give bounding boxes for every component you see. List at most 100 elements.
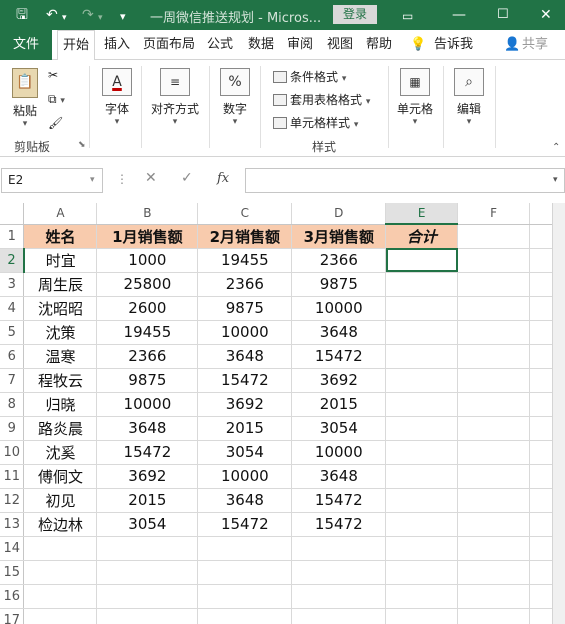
- cell[interactable]: [96, 608, 199, 624]
- cell[interactable]: 沈策: [23, 320, 98, 345]
- column-header[interactable]: B: [96, 203, 199, 225]
- cell[interactable]: 3054: [197, 440, 293, 465]
- cell[interactable]: [385, 560, 459, 585]
- tab-home[interactable]: 开始: [57, 30, 96, 61]
- cell[interactable]: 2600: [96, 296, 199, 321]
- cell[interactable]: 2366: [197, 272, 293, 297]
- cell[interactable]: 10000: [197, 320, 293, 345]
- cell[interactable]: 2366: [96, 344, 199, 369]
- cell[interactable]: 15472: [197, 368, 293, 393]
- tab-insert[interactable]: 插入: [104, 30, 130, 60]
- cell[interactable]: 3648: [96, 416, 199, 441]
- row-header[interactable]: 16: [0, 584, 25, 609]
- vertical-scrollbar[interactable]: [552, 203, 565, 624]
- copy-icon[interactable]: ⧉ ▾: [48, 92, 65, 107]
- tab-review[interactable]: 审阅: [287, 30, 313, 60]
- cell[interactable]: 9875: [96, 368, 199, 393]
- redo-icon[interactable]: ↷: [82, 7, 94, 23]
- more-options-icon[interactable]: ⋮: [116, 172, 128, 186]
- ribbon-display-icon[interactable]: ▭: [402, 8, 413, 24]
- enter-icon[interactable]: ✓: [181, 170, 193, 186]
- cell[interactable]: 3648: [291, 320, 387, 345]
- column-header[interactable]: E: [385, 203, 459, 225]
- cell[interactable]: [457, 368, 531, 393]
- cell[interactable]: [385, 608, 459, 624]
- cell[interactable]: [457, 320, 531, 345]
- cell[interactable]: 15472: [291, 512, 387, 537]
- cell[interactable]: 3692: [96, 464, 199, 489]
- paste-button[interactable]: 📋 粘贴 ▾: [8, 68, 42, 129]
- minimize-icon[interactable]: —: [452, 7, 466, 23]
- format-painter-icon[interactable]: 🖌: [48, 116, 63, 130]
- cell[interactable]: 沈昭昭: [23, 296, 98, 321]
- cell[interactable]: 2015: [291, 392, 387, 417]
- cell[interactable]: 路炎晨: [23, 416, 98, 441]
- customize-qat-icon[interactable]: ▾: [120, 9, 126, 25]
- row-header[interactable]: 12: [0, 488, 25, 513]
- share-button[interactable]: 共享: [522, 30, 548, 60]
- cell[interactable]: [23, 584, 98, 609]
- worksheet-grid[interactable]: A B C D E F 1 姓名 1月销售额 2月销售额 3月销售额 合计 2 时宜 1000 19455 23…: [0, 203, 565, 624]
- cell[interactable]: [291, 560, 387, 585]
- cell[interactable]: 15472: [291, 488, 387, 513]
- cell[interactable]: 傅侗文: [23, 464, 98, 489]
- cell[interactable]: 3648: [291, 464, 387, 489]
- cell[interactable]: 3月销售额: [291, 224, 387, 249]
- cell[interactable]: [385, 368, 459, 393]
- cell[interactable]: 初见: [23, 488, 98, 513]
- cell[interactable]: [457, 248, 531, 273]
- cell[interactable]: [197, 584, 293, 609]
- cell[interactable]: [457, 296, 531, 321]
- cell[interactable]: 25800: [96, 272, 199, 297]
- clipboard-launcher-icon[interactable]: ⬊: [78, 140, 86, 150]
- collapse-ribbon-icon[interactable]: ⌃: [552, 142, 560, 153]
- cell[interactable]: [457, 440, 531, 465]
- cell[interactable]: [457, 464, 531, 489]
- undo-icon[interactable]: ↶: [46, 7, 58, 23]
- row-header[interactable]: 5: [0, 320, 25, 345]
- cell[interactable]: 10000: [197, 464, 293, 489]
- cell[interactable]: [291, 584, 387, 609]
- column-header[interactable]: C: [197, 203, 293, 225]
- cell[interactable]: 3692: [197, 392, 293, 417]
- tab-help[interactable]: 帮助: [366, 30, 392, 60]
- cut-icon[interactable]: ✂: [48, 68, 58, 82]
- row-header[interactable]: 6: [0, 344, 25, 369]
- cell[interactable]: 3648: [197, 488, 293, 513]
- cell[interactable]: 9875: [197, 296, 293, 321]
- cell[interactable]: 15472: [197, 512, 293, 537]
- cell[interactable]: 沈奚: [23, 440, 98, 465]
- cell[interactable]: [385, 344, 459, 369]
- cell[interactable]: 9875: [291, 272, 387, 297]
- cell[interactable]: 3648: [197, 344, 293, 369]
- cell[interactable]: 姓名: [23, 224, 98, 249]
- cell[interactable]: 3054: [96, 512, 199, 537]
- row-header[interactable]: 3: [0, 272, 25, 297]
- cell[interactable]: [457, 608, 531, 624]
- cell[interactable]: [23, 536, 98, 561]
- tab-data[interactable]: 数据: [248, 30, 274, 60]
- share-icon[interactable]: 👤: [504, 30, 520, 60]
- number-button[interactable]: % 数字 ▾: [218, 68, 252, 127]
- cell[interactable]: [96, 560, 199, 585]
- cell[interactable]: 15472: [96, 440, 199, 465]
- select-all-corner[interactable]: [0, 203, 25, 225]
- cell[interactable]: 3692: [291, 368, 387, 393]
- cell[interactable]: [457, 584, 531, 609]
- login-button[interactable]: 登录: [333, 5, 377, 24]
- cell[interactable]: [23, 608, 98, 624]
- cell[interactable]: [96, 536, 199, 561]
- table-format-button[interactable]: 套用表格格式 ▾: [273, 91, 370, 108]
- row-header[interactable]: 13: [0, 512, 25, 537]
- cell[interactable]: 15472: [291, 344, 387, 369]
- column-header[interactable]: A: [23, 203, 98, 225]
- tab-view[interactable]: 视图: [327, 30, 353, 60]
- cell[interactable]: 检边林: [23, 512, 98, 537]
- formula-input[interactable]: [245, 168, 565, 193]
- row-header[interactable]: 2: [0, 248, 25, 273]
- font-button[interactable]: A 字体 ▾: [99, 68, 135, 127]
- cell[interactable]: 10000: [96, 392, 199, 417]
- cell[interactable]: [291, 536, 387, 561]
- tab-file[interactable]: 文件: [0, 30, 52, 60]
- name-box[interactable]: E2: [1, 168, 103, 193]
